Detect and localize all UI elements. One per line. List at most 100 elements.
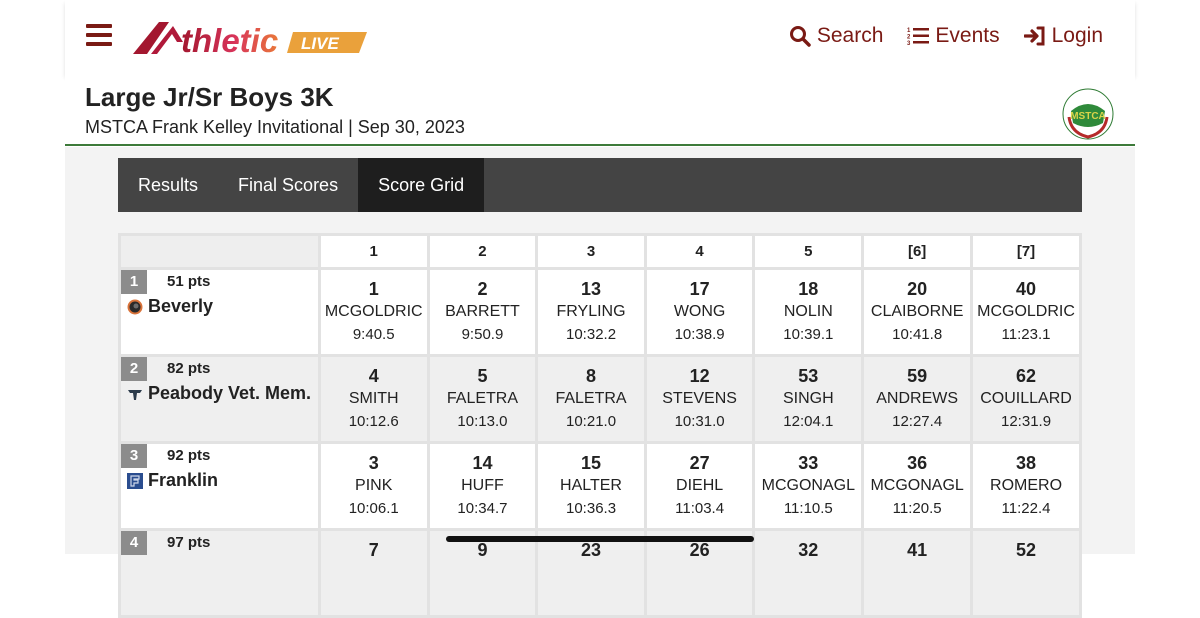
tab-results[interactable]: Results: [118, 158, 218, 212]
team-name-link[interactable]: Beverly: [127, 296, 318, 317]
team-cell: 4 97 pts: [118, 528, 321, 618]
runner-place: 18: [798, 279, 819, 299]
runner-name: CLAIBORNE: [870, 303, 964, 320]
runner-time: 10:32.2: [566, 326, 617, 343]
runner-place: 52: [1016, 540, 1037, 560]
nav-search[interactable]: Search: [789, 24, 883, 48]
column-header: 2: [426, 233, 539, 270]
runner-cell[interactable]: 3 PINK 10:06.1: [317, 441, 430, 531]
runner-place: 36: [907, 453, 928, 473]
runner-cell[interactable]: 14 HUFF 10:34.7: [426, 441, 539, 531]
tab-final-scores[interactable]: Final Scores: [218, 158, 358, 212]
runner-cell[interactable]: 17 WONG 10:38.9: [643, 267, 756, 357]
runner-time: 12:31.9: [1001, 413, 1052, 430]
runner-name: DIEHL: [676, 477, 724, 494]
runner-cell[interactable]: 38 ROMERO 11:22.4: [970, 441, 1082, 531]
ordered-list-icon: 1 2 3: [907, 28, 930, 46]
runner-time: 10:41.8: [892, 326, 943, 343]
runner-cell[interactable]: 62 COUILLARD 12:31.9: [970, 354, 1082, 444]
runner-cell[interactable]: 33 MCGONAGL 11:10.5: [752, 441, 865, 531]
runner-name: FALETRA: [446, 390, 519, 407]
runner-place: 14: [472, 453, 493, 473]
team-row: 4 97 pts 7 9 23 26 32 41 52: [118, 528, 1082, 618]
tab-score-grid[interactable]: Score Grid: [358, 158, 485, 212]
runner-place: 59: [907, 366, 928, 386]
runner-time: 10:12.6: [348, 413, 399, 430]
runner-cell[interactable]: 20 CLAIBORNE 10:41.8: [861, 267, 974, 357]
team-name-link[interactable]: Peabody Vet. Mem.: [127, 383, 318, 404]
runner-name: FALETRA: [555, 390, 627, 407]
team-place-badge: 3: [121, 444, 147, 468]
team-cell: 3 92 pts Franklin: [118, 441, 321, 531]
runner-cell[interactable]: 41: [861, 528, 974, 618]
runner-place: 9: [477, 540, 488, 560]
grid-corner-cell: [118, 233, 321, 270]
team-row: 1 51 pts Beverly 1 MCGOLDRIC 9:40.5 2 BARRETT 9:…: [118, 267, 1082, 357]
team-points: 92 pts: [167, 447, 211, 464]
runner-name: MCGONAGL: [761, 477, 855, 494]
runner-time: 10:13.0: [457, 413, 508, 430]
team-cell: 1 51 pts Beverly: [118, 267, 321, 357]
runner-cell[interactable]: 9: [426, 528, 539, 618]
runner-place: 53: [798, 366, 819, 386]
runner-cell[interactable]: 27 DIEHL 11:03.4: [643, 441, 756, 531]
runner-cell[interactable]: 8 FALETRA 10:21.0: [535, 354, 647, 444]
hamburger-menu-icon[interactable]: [86, 24, 112, 46]
runner-cell[interactable]: 1 MCGOLDRIC 9:40.5: [317, 267, 430, 357]
team-points: 97 pts: [167, 534, 211, 551]
runner-cell[interactable]: 4 SMITH 10:12.6: [317, 354, 430, 444]
team-points: 51 pts: [167, 273, 211, 290]
runner-name: NOLIN: [783, 303, 833, 320]
beverly-panther-icon: [127, 299, 143, 315]
runner-cell[interactable]: 26: [643, 528, 756, 618]
runner-time: 10:39.1: [783, 326, 834, 343]
runner-cell[interactable]: 23: [535, 528, 647, 618]
nav-events[interactable]: 1 2 3 Events: [907, 24, 999, 48]
runner-time: 10:34.7: [457, 500, 508, 517]
runner-time: 10:06.1: [348, 500, 399, 517]
nav-events-label: Events: [935, 24, 1000, 47]
runner-cell[interactable]: 53 SINGH 12:04.1: [752, 354, 865, 444]
runner-place: 3: [368, 453, 379, 473]
runner-place: 38: [1016, 453, 1037, 473]
event-title: Large Jr/Sr Boys 3K: [85, 82, 334, 112]
team-row: 3 92 pts Franklin 3 PINK 10:06.1 14 HUFF 10:34.7…: [118, 441, 1082, 531]
runner-cell[interactable]: 40 MCGOLDRIC 11:23.1: [970, 267, 1082, 357]
column-header: 4: [643, 233, 756, 270]
runner-cell[interactable]: 36 MCGONAGL 11:20.5: [861, 441, 974, 531]
runner-place: 20: [907, 279, 928, 299]
runner-place: 13: [581, 279, 602, 299]
runner-cell[interactable]: 32: [752, 528, 865, 618]
runner-time: 10:21.0: [566, 413, 617, 430]
top-navbar: thletic LIVE Search 1 2 3 Events Login: [65, 0, 1135, 75]
runner-cell[interactable]: 18 NOLIN 10:39.1: [752, 267, 865, 357]
runner-time: 11:22.4: [1001, 500, 1051, 517]
runner-cell[interactable]: 13 FRYLING 10:32.2: [535, 267, 647, 357]
peabody-tanner-icon: [127, 386, 143, 402]
team-name: Beverly: [148, 296, 214, 316]
runner-place: 33: [798, 453, 819, 473]
runner-cell[interactable]: 59 ANDREWS 12:27.4: [861, 354, 974, 444]
runner-cell[interactable]: 5 FALETRA 10:13.0: [426, 354, 539, 444]
runner-time: 10:38.9: [674, 326, 725, 343]
runner-place: 4: [368, 366, 379, 386]
runner-cell[interactable]: 12 STEVENS 10:31.0: [643, 354, 756, 444]
svg-text:LIVE: LIVE: [301, 34, 339, 53]
home-indicator-bar[interactable]: [446, 536, 754, 542]
score-grid-table: 1 2 3 4 5 [6] [7] 1 51 pts Beverly 1 MCGOLDR…: [118, 233, 1082, 618]
runner-cell[interactable]: 52: [970, 528, 1082, 618]
runner-place: 17: [689, 279, 710, 299]
team-name-link[interactable]: Franklin: [127, 470, 318, 491]
team-place-badge: 4: [121, 531, 147, 555]
runner-time: 10:36.3: [566, 500, 617, 517]
nav-login[interactable]: Login: [1023, 24, 1103, 48]
team-cell: 2 82 pts Peabody Vet. Mem.: [118, 354, 321, 444]
runner-cell[interactable]: 7: [317, 528, 430, 618]
athletic-live-logo[interactable]: thletic LIVE: [131, 16, 371, 58]
svg-text:3: 3: [907, 41, 911, 46]
runner-place: 5: [477, 366, 488, 386]
runner-name: MCGOLDRIC: [977, 303, 1075, 320]
runner-place: 40: [1016, 279, 1037, 299]
runner-cell[interactable]: 2 BARRETT 9:50.9: [426, 267, 539, 357]
runner-cell[interactable]: 15 HALTER 10:36.3: [535, 441, 647, 531]
